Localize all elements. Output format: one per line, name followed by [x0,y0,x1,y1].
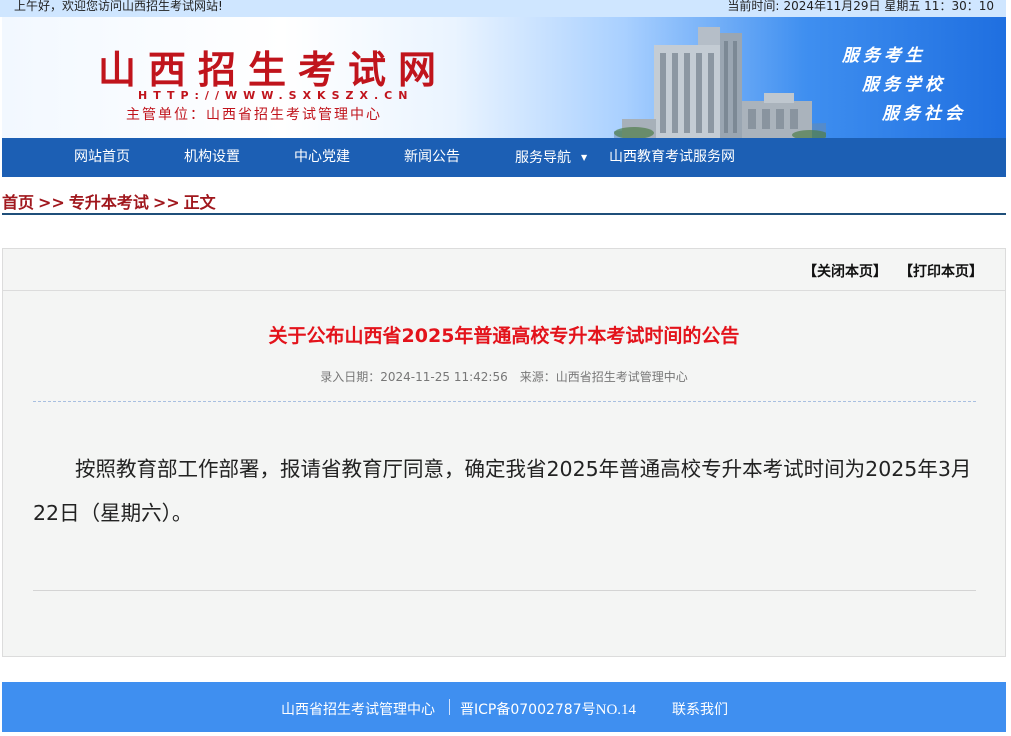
nav-label: 山西教育考试服务网 [609,149,735,165]
article-toolbar: 【关闭本页】 【打印本页】 [3,249,1005,291]
greeting-text: 上午好，欢迎您访问山西招生考试网站! [14,0,223,13]
slogan-1: 服务考生 [842,46,926,66]
close-page-button[interactable]: 【关闭本页】 [803,261,887,281]
nav-item-organization[interactable]: 机构设置 [184,138,240,177]
article-meta: 录入日期：2024-11-25 11:42:56 来源：山西省招生考试管理中心 [3,368,1005,385]
article-body: 按照教育部工作部署，报请省教育厅同意，确定我省2025年普通高校专升本考试时间为… [33,457,972,525]
main-nav: 网站首页 机构设置 中心党建 新闻公告 服务导航 ▼ 山西教育考试服务网 [2,138,1006,177]
nav-item-service-nav[interactable]: 服务导航 ▼ [515,138,587,177]
current-time: 当前时间: 2024年11月29日 星期五 11：30：10 [727,0,994,12]
site-url: HTTP://WWW.SXKSZX.CN [138,89,414,102]
nav-label: 网站首页 [74,149,130,165]
nav-item-home[interactable]: 网站首页 [74,138,130,177]
slogan-3: 服务社会 [882,104,966,124]
icp-prefix: 晋ICP备07002787号 [460,702,596,718]
building-illustration [614,27,826,138]
breadcrumb: 首页 >> 专升本考试 >> 正文 [2,189,1006,215]
content-divider [33,590,976,591]
article-date: 录入日期：2024-11-25 11:42:56 [320,370,508,384]
breadcrumb-separator: >> [38,193,65,212]
contact-us-link[interactable]: 联系我们 [672,699,728,719]
site-title: 山西招生考试网 [98,47,449,92]
nav-label: 中心党建 [294,149,350,165]
nav-label: 新闻公告 [404,149,460,165]
dashed-divider [33,401,976,402]
article-source: 来源：山西省招生考试管理中心 [519,370,688,384]
footer-org: 山西省招生考试管理中心 [281,702,435,718]
nav-label: 机构设置 [184,149,240,165]
footer-icp: 晋ICP备07002787号NO.14 [460,699,636,719]
breadcrumb-separator: >> [152,193,180,212]
print-page-button[interactable]: 【打印本页】 [899,261,983,281]
breadcrumb-home[interactable]: 首页 [2,193,34,212]
site-banner: 山西招生考试网 HTTP://WWW.SXKSZX.CN 主管单位：山西省招生考… [2,17,1006,138]
article-title: 关于公布山西省2025年普通高校专升本考试时间的公告 [268,325,740,347]
site-footer: 山西省招生考试管理中心 晋ICP备07002787号NO.14 联系我们 [2,682,1006,732]
top-bar: 上午好，欢迎您访问山西招生考试网站! 当前时间: 2024年11月29日 星期五 … [0,0,1006,17]
nav-item-party-building[interactable]: 中心党建 [294,138,350,177]
time-value: 2024年11月29日 星期五 11：30：10 [783,0,994,13]
icp-number: NO.14 [595,702,637,718]
time-label: 当前时间: [727,0,780,13]
nav-item-news[interactable]: 新闻公告 [404,138,460,177]
slogans: 服务考生 服务学校 服务社会 [842,41,966,128]
breadcrumb-category[interactable]: 专升本考试 [69,193,149,212]
article-box: 【关闭本页】 【打印本页】 关于公布山西省2025年普通高校专升本考试时间的公告… [2,248,1006,657]
site-org: 主管单位：山西省招生考试管理中心 [126,107,382,123]
breadcrumb-current: 正文 [183,193,216,212]
caret-down-icon: ▼ [581,153,588,162]
nav-label: 服务导航 [515,150,571,166]
slogan-2: 服务学校 [862,75,946,95]
nav-item-exam-service[interactable]: 山西教育考试服务网 [609,138,735,177]
footer-divider [449,699,450,715]
